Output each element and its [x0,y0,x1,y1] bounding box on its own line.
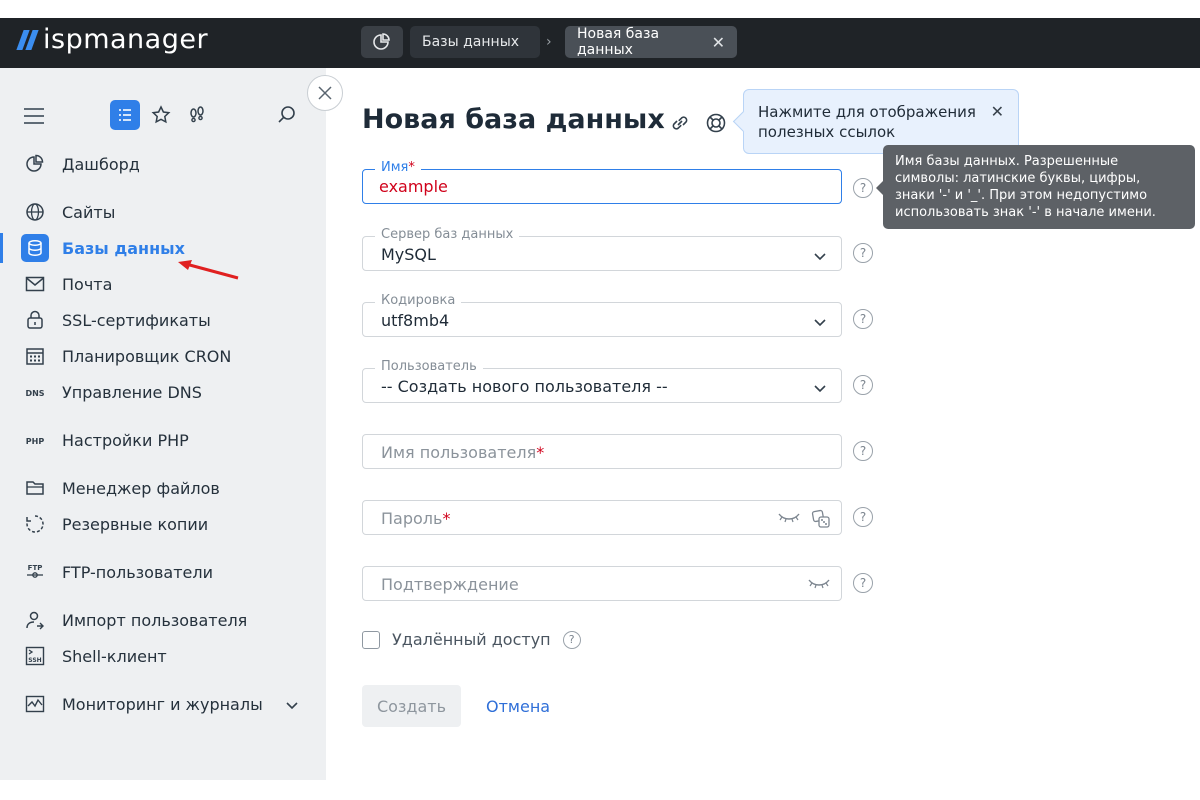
breadcrumb-databases[interactable]: Базы данных [410,26,540,58]
username-input[interactable]: Имя пользователя* [362,434,842,469]
eye-closed-icon[interactable] [777,509,801,529]
encoding-select[interactable]: Кодировка utf8mb4 [362,293,842,337]
backup-icon [24,513,46,535]
db-server-label: Сервер баз данных [375,227,520,242]
eye-closed-icon[interactable] [807,575,831,595]
password-input[interactable]: Пароль* [362,500,842,535]
sidebar-item-user-import[interactable]: Импорт пользователя [0,604,326,636]
close-icon [318,86,332,100]
breadcrumb-new-database[interactable]: Новая база данных ✕ [565,26,737,58]
footprints-icon[interactable] [182,100,212,130]
svg-text:PHP: PHP [26,437,45,446]
sidebar-item-files[interactable]: Менеджер файлов [0,472,326,504]
remote-access-help-icon[interactable]: ? [562,630,581,649]
calendar-icon [24,345,46,367]
sidebar-item-ssl[interactable]: SSL-сертификаты [0,304,326,336]
user-select[interactable]: Пользователь -- Создать нового пользоват… [362,359,842,403]
search-icon[interactable] [272,100,302,130]
sidebar-item-dashboard[interactable]: Дашборд [0,148,326,180]
encoding-help-icon[interactable]: ? [853,309,873,329]
password-confirm-help-icon[interactable]: ? [853,573,873,593]
top-bar: ispmanager Базы данных › Новая база данн… [0,18,1200,68]
page-title: Новая база данных [362,104,665,135]
cancel-button[interactable]: Отмена [486,697,550,716]
sidebar-item-sites[interactable]: Сайты [0,196,326,228]
bottom-margin [0,780,1200,800]
mail-icon [24,273,46,295]
sidebar-item-monitoring[interactable]: Мониторинг и журналы [0,688,326,720]
chevron-down-icon[interactable] [285,696,299,715]
dns-icon: DNS [24,381,46,403]
top-margin [0,0,1200,18]
close-sidebar-button[interactable] [307,75,343,111]
chevron-down-icon [813,247,827,266]
logo-mark-icon [16,29,39,50]
pie-chart-icon [373,33,390,50]
star-icon[interactable] [146,100,176,130]
sidebar-item-ftp[interactable]: FTP FTP-пользователи [0,556,326,588]
chevron-down-icon [813,313,827,332]
sidebar-item-shell[interactable]: SSH Shell-клиент [0,640,326,672]
password-help-icon[interactable]: ? [853,507,873,527]
svg-text:SSH: SSH [28,657,41,664]
ssh-icon: SSH [24,645,46,667]
dice-icon[interactable] [811,509,831,533]
remote-access-row: Удалённый доступ ? [362,630,581,649]
svg-text:FTP: FTP [28,564,43,572]
db-name-value: example [379,177,448,196]
sidebar-item-dns[interactable]: DNS Управление DNS [0,376,326,408]
chevron-right-icon: › [546,34,552,50]
db-name-field[interactable]: Имя* example [362,160,842,204]
annotation-arrow-icon [178,260,239,280]
list-view-icon[interactable] [110,100,140,130]
sidebar-item-php[interactable]: PHP Настройки PHP [0,424,326,456]
chevron-down-icon [813,379,827,398]
create-button[interactable]: Создать [362,685,461,727]
db-name-help-icon[interactable]: ? [853,178,873,198]
folder-icon [24,477,46,499]
sidebar-item-backups[interactable]: Резервные копии [0,508,326,540]
remote-access-label[interactable]: Удалённый доступ [392,630,551,649]
sidebar-item-cron[interactable]: Планировщик CRON [0,340,326,372]
db-server-help-icon[interactable]: ? [853,243,873,263]
dashboard-crumb-button[interactable] [361,26,403,58]
php-icon: PHP [24,429,46,451]
sidebar-item-databases[interactable]: Базы данных [0,232,326,264]
username-help-icon[interactable]: ? [853,441,873,461]
user-label: Пользователь [375,359,483,374]
logo[interactable]: ispmanager [16,24,209,55]
database-icon [21,234,49,262]
lock-icon [24,309,46,331]
monitoring-icon [24,693,46,715]
menu-icon[interactable] [24,108,44,129]
sidebar-item-mail[interactable]: Почта [0,268,326,300]
db-name-label: Имя* [375,160,421,175]
password-confirm-input[interactable]: Подтверждение [362,566,842,601]
close-tab-icon[interactable]: ✕ [712,33,725,52]
pie-chart-icon [24,153,46,175]
user-help-icon[interactable]: ? [853,375,873,395]
svg-text:DNS: DNS [25,389,44,398]
close-tooltip-icon[interactable]: ✕ [991,102,1004,122]
lifebuoy-icon[interactable] [705,112,727,138]
globe-icon [24,201,46,223]
db-server-select[interactable]: Сервер баз данных MySQL [362,227,842,271]
ftp-icon: FTP [24,561,46,583]
sidebar: Дашборд Сайты Базы данных Почта SSL-серт… [0,68,326,780]
link-icon[interactable] [669,112,691,138]
remote-access-checkbox[interactable] [362,630,380,649]
sidebar-toolbar [24,100,304,132]
logo-text: ispmanager [43,24,209,55]
user-import-icon [24,609,46,631]
encoding-label: Кодировка [375,293,462,308]
db-name-tooltip: Имя базы данных. Разрешенные символы: ла… [876,145,1195,229]
